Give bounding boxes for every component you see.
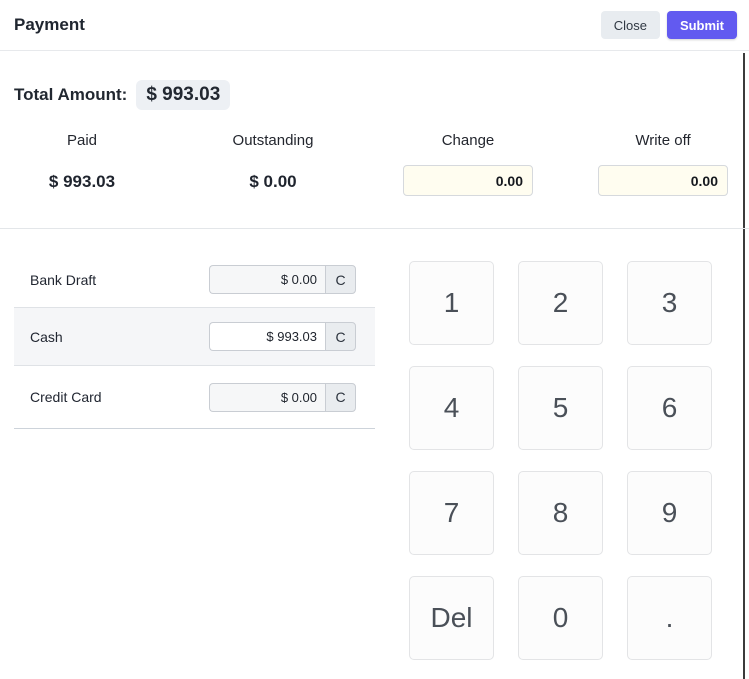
bank-draft-amount-input[interactable] <box>209 265 325 294</box>
paid-label: Paid <box>14 131 150 150</box>
payment-method-label: Credit Card <box>30 389 102 405</box>
amount-input-group: C <box>209 322 356 351</box>
page-title: Payment <box>14 15 85 35</box>
payment-method-list: Bank Draft C Cash C Credit Card C <box>14 252 375 429</box>
numpad-key-6[interactable]: 6 <box>627 366 712 450</box>
cash-amount-input[interactable] <box>209 322 325 351</box>
credit-card-clear-button[interactable]: C <box>325 383 356 412</box>
numpad-key-5[interactable]: 5 <box>518 366 603 450</box>
cash-clear-button[interactable]: C <box>325 322 356 351</box>
change-column: Change <box>403 131 533 196</box>
total-amount-value: $ 993.03 <box>136 80 230 110</box>
numpad-key-9[interactable]: 9 <box>627 471 712 555</box>
numpad-key-3[interactable]: 3 <box>627 261 712 345</box>
payment-row-bank-draft[interactable]: Bank Draft C <box>14 252 375 307</box>
outstanding-label: Outstanding <box>203 131 343 150</box>
change-input[interactable] <box>403 165 533 196</box>
numpad-key-7[interactable]: 7 <box>409 471 494 555</box>
bank-draft-clear-button[interactable]: C <box>325 265 356 294</box>
numpad-key-del[interactable]: Del <box>409 576 494 660</box>
change-label: Change <box>403 131 533 150</box>
numpad-key-2[interactable]: 2 <box>518 261 603 345</box>
numpad-key-0[interactable]: 0 <box>518 576 603 660</box>
payment-method-label: Bank Draft <box>30 272 96 288</box>
amount-input-group: C <box>209 383 356 412</box>
numpad-key-8[interactable]: 8 <box>518 471 603 555</box>
numpad: 1 2 3 4 5 6 7 8 9 Del 0 . <box>409 261 712 660</box>
numpad-key-dot[interactable]: . <box>627 576 712 660</box>
payment-row-credit-card[interactable]: Credit Card C <box>14 366 375 429</box>
outstanding-column: Outstanding $ 0.00 <box>203 131 343 192</box>
payment-method-label: Cash <box>30 329 63 345</box>
outstanding-value: $ 0.00 <box>203 172 343 192</box>
numpad-key-4[interactable]: 4 <box>409 366 494 450</box>
paid-column: Paid $ 993.03 <box>14 131 150 192</box>
paid-value: $ 993.03 <box>14 172 150 192</box>
header-actions: Close Submit <box>601 11 737 39</box>
credit-card-amount-input[interactable] <box>209 383 325 412</box>
total-amount-label: Total Amount: <box>14 85 127 105</box>
payment-row-cash[interactable]: Cash C <box>14 307 375 366</box>
dialog-header: Payment Close Submit <box>0 0 749 51</box>
write-off-column: Write off <box>598 131 728 196</box>
write-off-input[interactable] <box>598 165 728 196</box>
total-amount-row: Total Amount: $ 993.03 <box>14 80 230 110</box>
write-off-label: Write off <box>598 131 728 150</box>
payment-dialog: Payment Close Submit Total Amount: $ 993… <box>0 0 749 679</box>
submit-button[interactable]: Submit <box>667 11 737 39</box>
numpad-key-1[interactable]: 1 <box>409 261 494 345</box>
amount-input-group: C <box>209 265 356 294</box>
section-divider <box>0 228 749 229</box>
close-button[interactable]: Close <box>601 11 660 39</box>
scrollbar[interactable] <box>743 53 745 679</box>
